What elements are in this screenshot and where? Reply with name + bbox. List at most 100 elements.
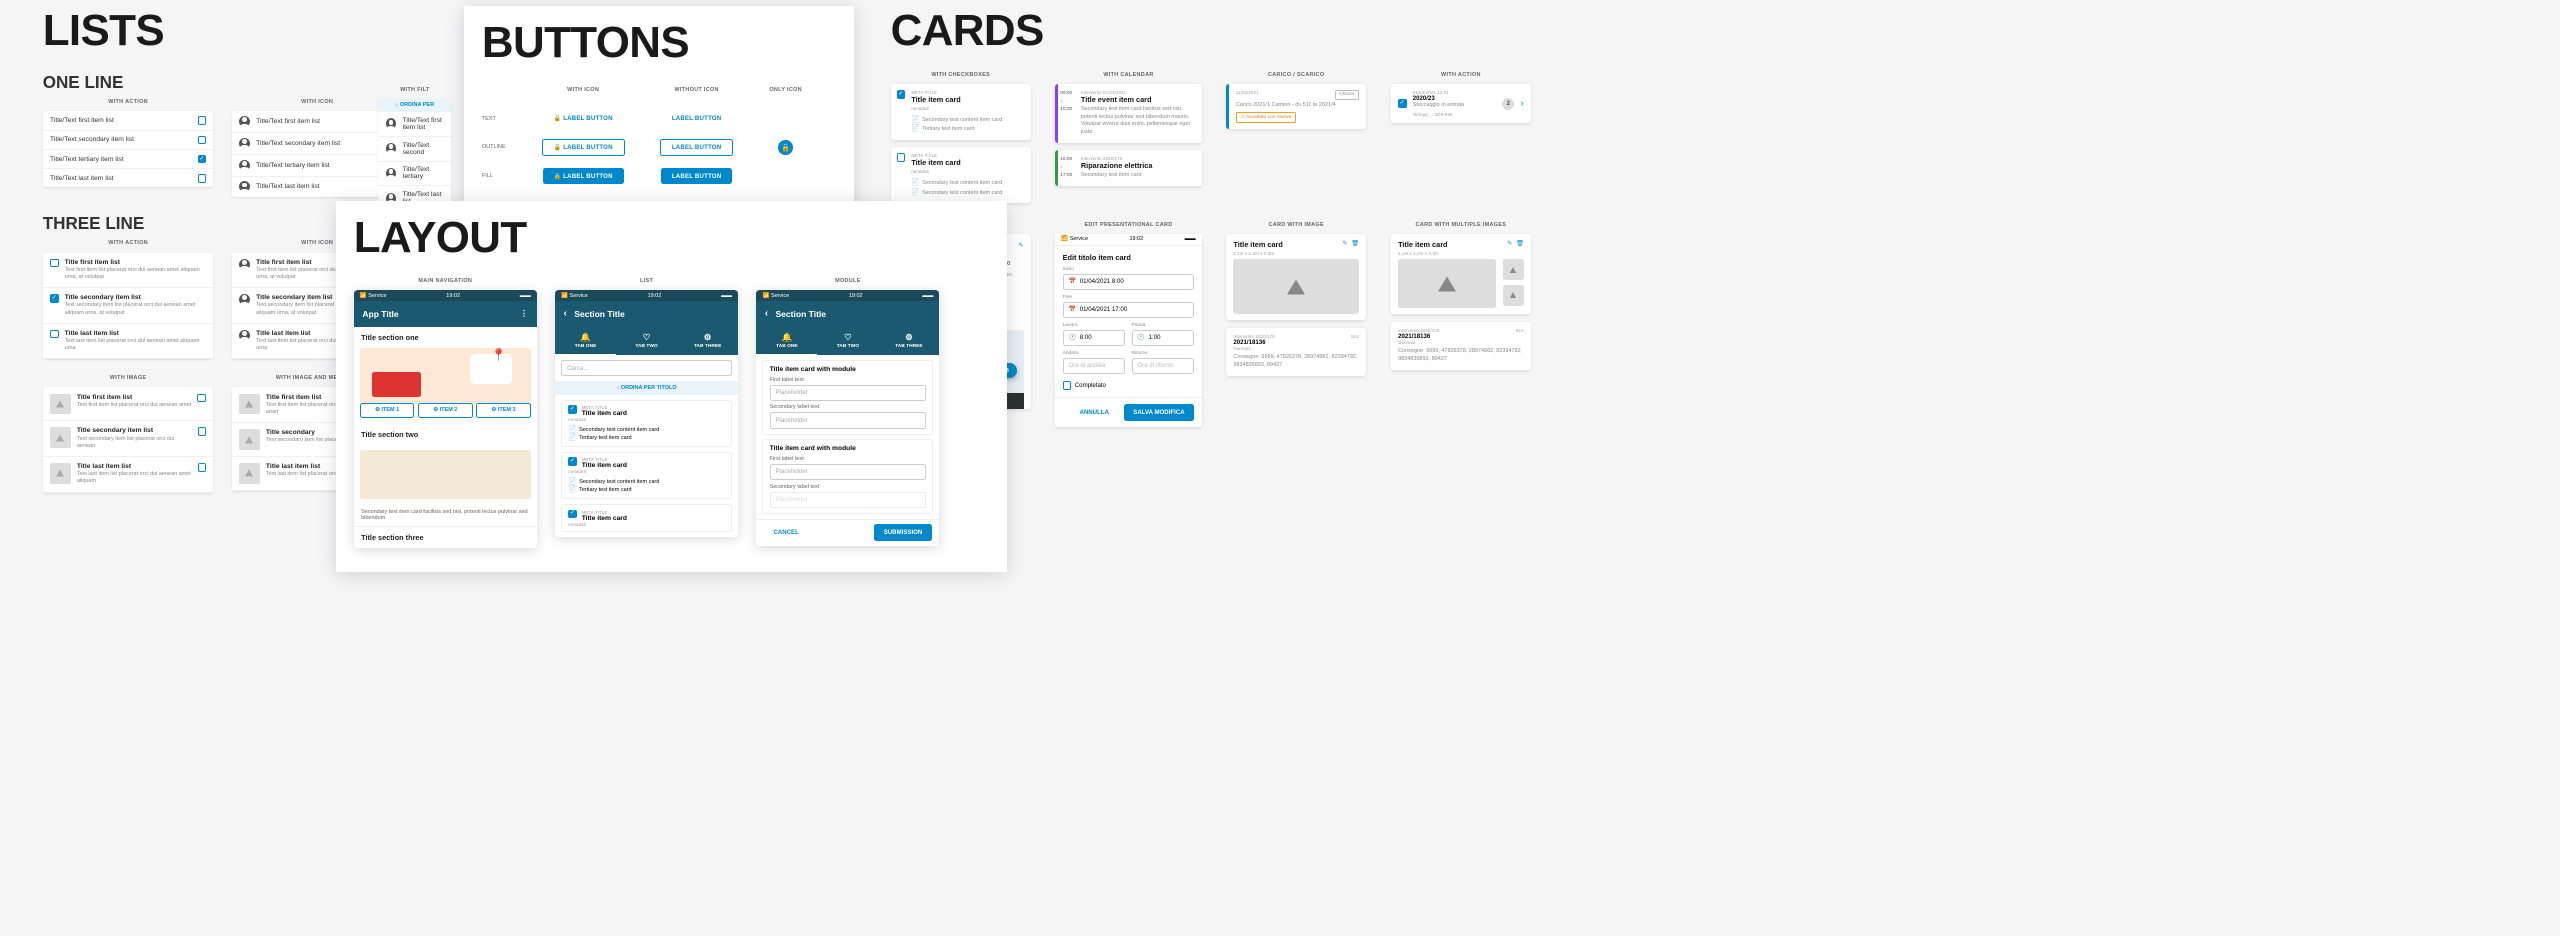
checkbox[interactable] <box>50 330 59 339</box>
sort-bar[interactable]: ↓ ORDINA PER <box>378 99 451 112</box>
list-item[interactable]: Title/Text tertiary <box>378 162 451 187</box>
text-input[interactable]: Placeholder <box>770 464 927 480</box>
checkbox[interactable] <box>198 174 207 183</box>
calendar-icon: 📅 <box>1068 278 1076 285</box>
thumbnail <box>50 394 71 415</box>
tab-one[interactable]: 🔔TAB ONE <box>756 327 817 356</box>
text-button[interactable]: 🔒 LABEL BUTTON <box>543 111 624 127</box>
checkbox[interactable] <box>1063 381 1072 390</box>
card-calendar[interactable]: 16:00↓17:00 Intervento 2020/175 Riparazi… <box>1055 150 1201 186</box>
fill-button[interactable]: 🔒 LABEL BUTTON <box>543 168 624 184</box>
time-input[interactable]: 🕐1:00 <box>1132 330 1195 346</box>
checkbox[interactable] <box>197 394 206 403</box>
back-icon[interactable]: ‹ <box>564 308 567 319</box>
tab-three[interactable]: ⚙TAB THREE <box>677 327 738 356</box>
buttons-heading: BUTTONS <box>482 18 836 68</box>
delete-icon[interactable]: 🗑 <box>1516 240 1524 247</box>
tab-two[interactable]: ♡TAB TWO <box>817 327 878 356</box>
checkbox[interactable] <box>198 463 207 472</box>
list-item[interactable]: Title secondary item listText secondary … <box>43 421 214 457</box>
tab-one[interactable]: 🔔TAB ONE <box>555 327 616 356</box>
layout-heading: LAYOUT <box>354 213 988 263</box>
thumbnail[interactable] <box>1503 259 1524 280</box>
text-button[interactable]: LABEL BUTTON <box>661 111 732 127</box>
row-text: TEXT <box>482 116 519 122</box>
edit-icon[interactable]: ✎ <box>1343 240 1348 247</box>
card-action[interactable]: 21/04/2021 12:01 2020/23 Stoccaggio in e… <box>1391 84 1531 123</box>
thumbnail[interactable] <box>1503 285 1524 306</box>
edit-icon[interactable]: ✎ <box>1018 242 1023 249</box>
checkbox-checked[interactable] <box>50 294 59 303</box>
doc-icon: 📄 <box>568 486 576 493</box>
search-input[interactable]: Cerca... <box>561 360 732 376</box>
more-icon[interactable]: ⋮ <box>520 308 529 319</box>
cancel-button[interactable]: CANCEL <box>764 524 809 541</box>
list-item[interactable]: Title first item listText first item lis… <box>43 253 214 289</box>
back-icon[interactable]: ‹ <box>765 308 768 319</box>
card-multi-image[interactable]: Title item card2,1m x 1,2m x 0,3m ✎🗑 <box>1391 234 1531 314</box>
col-carico: CARICO / SCARICO <box>1226 72 1366 78</box>
datetime-input[interactable]: 📅01/04/2021 8:00 <box>1063 274 1195 290</box>
cancel-button[interactable]: ANNULLA <box>1070 404 1119 421</box>
list-item[interactable]: Title/Text tertiary item list <box>232 155 403 177</box>
text-input[interactable]: Placeholder <box>770 412 927 428</box>
checkbox-checked[interactable] <box>568 405 577 414</box>
delete-icon[interactable]: 🗑 <box>1351 240 1359 247</box>
item-button[interactable]: ⚙ ITEM 2 <box>418 403 473 418</box>
checkbox-checked[interactable] <box>1398 99 1407 108</box>
list-item[interactable]: Title/Text last item list <box>43 169 214 187</box>
time-input[interactable]: Ora di ritorno <box>1132 358 1195 374</box>
icon-only-button[interactable]: 🔒 <box>778 140 793 155</box>
list-item[interactable]: Title/Text first item list <box>378 112 451 137</box>
checkbox-checked[interactable] <box>568 457 577 466</box>
checkbox-checked[interactable] <box>568 510 577 519</box>
card-checkbox[interactable]: META TITLE Title item card metadati 📄Sec… <box>891 84 1031 140</box>
section-body: Secondary text item card facilisis sed n… <box>354 504 537 526</box>
list-item[interactable]: Title/Text second <box>378 137 451 162</box>
text-input[interactable]: Placeholder <box>770 492 927 508</box>
card-detail[interactable]: Intervento 2020/175SLV 2021/18136 Gennai… <box>1226 328 1366 376</box>
checkbox[interactable] <box>897 153 906 162</box>
card-carico[interactable]: 11/04/2021Chiuso Carico 2021/1 Camion - … <box>1226 84 1366 129</box>
list-card[interactable]: META TITLE Title item card metadati 📄Sec… <box>561 452 732 499</box>
card-checkbox[interactable]: META TITLE Title item card metadati 📄Sec… <box>891 147 1031 203</box>
outline-button[interactable]: 🔒 LABEL BUTTON <box>542 139 625 157</box>
list-item[interactable]: Title/Text first item list <box>232 111 403 133</box>
item-button[interactable]: ⚙ ITEM 3 <box>476 403 531 418</box>
list-item[interactable]: Title secondary item listText secondary … <box>43 288 214 324</box>
status-pill: ⚠ Accettato con riserva <box>1236 112 1296 122</box>
list-item[interactable]: Title/Text secondary item list <box>232 133 403 155</box>
tab-two[interactable]: ♡TAB TWO <box>616 327 677 356</box>
list-card[interactable]: META TITLE Title item card metadati <box>561 504 732 533</box>
edit-icon[interactable]: ✎ <box>1507 240 1512 247</box>
checkbox-checked[interactable] <box>897 90 906 99</box>
datetime-input[interactable]: 📅01/04/2021 17:00 <box>1063 302 1195 318</box>
list-item[interactable]: Title/Text tertiary item list <box>43 150 214 169</box>
tab-three[interactable]: ⚙TAB THREE <box>878 327 939 356</box>
outline-button[interactable]: LABEL BUTTON <box>660 139 733 157</box>
fill-button[interactable]: LABEL BUTTON <box>661 168 732 184</box>
list-item[interactable]: Title/Text first item list <box>43 111 214 130</box>
card-detail[interactable]: Intervento 2020/175SLV 2021/18136 Gennai… <box>1391 322 1531 370</box>
text-input[interactable]: Placeholder <box>770 385 927 401</box>
list-item[interactable]: Title/Text last item list <box>232 177 403 198</box>
save-button[interactable]: SALVA MODIFICA <box>1124 404 1195 421</box>
checkbox[interactable] <box>198 427 207 436</box>
card-calendar[interactable]: 09:00↓10:30 Intervento 01/04/2021 Title … <box>1055 84 1201 143</box>
submit-button[interactable]: SUBMISSION <box>874 524 932 541</box>
sort-bar[interactable]: ↓ ORDINA PER TITOLO <box>555 381 738 394</box>
list-card[interactable]: META TITLE Title item card metadati 📄Sec… <box>561 400 732 447</box>
list-item[interactable]: Title first item listText first item lis… <box>43 387 214 421</box>
list-item[interactable]: Title/Text secondary item list <box>43 131 214 150</box>
checkbox[interactable] <box>198 136 207 145</box>
checkbox[interactable] <box>50 259 59 268</box>
time-input[interactable]: Ora di andata <box>1063 358 1126 374</box>
list-item[interactable]: Title last item listText last item list … <box>43 324 214 360</box>
checkbox-checked[interactable] <box>198 155 207 164</box>
item-button[interactable]: ⚙ ITEM 1 <box>360 403 415 418</box>
list-item[interactable]: Title last item listText last item list … <box>43 457 214 493</box>
checkbox[interactable] <box>198 116 207 125</box>
chevron-right-icon[interactable]: › <box>1520 98 1523 109</box>
time-input[interactable]: 🕐8:00 <box>1063 330 1126 346</box>
card-with-image[interactable]: Title item card2,1m x 1,2m x 0,3m ✎🗑 <box>1226 234 1366 321</box>
